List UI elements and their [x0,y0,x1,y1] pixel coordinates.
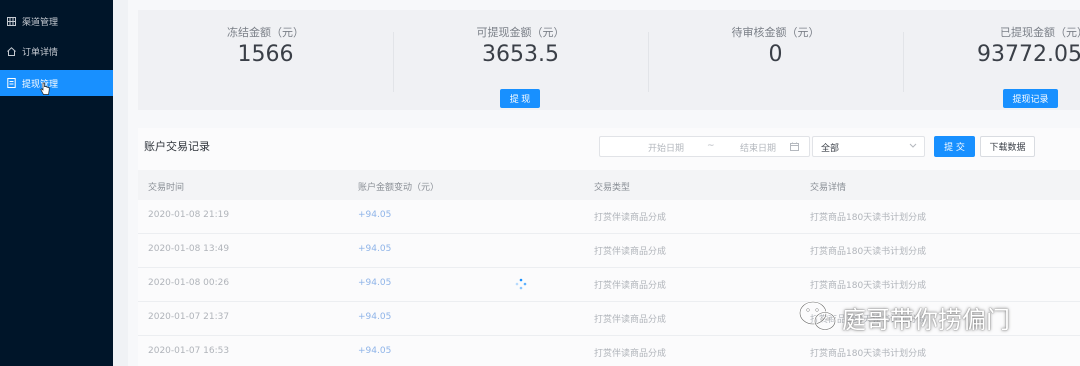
sidebar-item-channel-management[interactable]: 渠道管理 [0,8,113,34]
table-row: 2020-01-08 13:49 +94.05 打赏伴读商品分成 打赏商品180… [138,234,1080,268]
withdrawal-records-button[interactable]: 提现记录 [1003,89,1058,108]
cell-detail: 打赏商品180天读书计划分成 [810,247,927,257]
column-header: 交易类型 [594,183,631,193]
cell-type: 打赏伴读商品分成 [594,281,667,291]
end-date-input[interactable]: 结束日期 [740,141,776,154]
sidebar-item-label: 渠道管理 [22,17,59,28]
stat-label: 可提现金额（元） [476,26,565,39]
stat-pending-review-amount: 待审核金额（元） 0 [648,10,903,110]
sidebar-item-withdrawal-management[interactable]: 提现管理 [0,70,113,96]
table-row: 2020-01-08 00:26 +94.05 打赏伴读商品分成 打赏商品180… [138,268,1080,302]
cell-amount: +94.05 [358,244,392,254]
submit-button[interactable]: 提 交 [934,136,975,157]
stat-value: 3653.5 [482,42,559,67]
select-value: 全部 [821,144,840,154]
cell-amount: +94.05 [358,346,392,356]
hand-cursor-icon [40,82,50,95]
cell-type: 打赏伴读商品分成 [594,315,667,325]
table-row: 2020-01-08 21:19 +94.05 打赏伴读商品分成 打赏商品180… [138,200,1080,234]
sidebar-item-label: 订单详情 [22,47,59,58]
cell-detail: 打赏商品180天读书计划分成 [810,349,927,359]
stat-value: 93772.05 [977,42,1080,67]
stat-value: 0 [768,42,783,67]
cell-detail: 打赏商品180天读书计划分成 [810,281,927,291]
cell-time: 2020-01-08 00:26 [148,278,230,288]
balance-summary-card: 冻结金额（元） 1566 可提现金额（元） 3653.5 提 现 待审核金额（元… [138,10,1080,110]
cell-time: 2020-01-07 21:37 [148,312,230,322]
cell-time: 2020-01-08 13:49 [148,244,230,254]
stat-value: 1566 [237,42,294,67]
stat-label: 冻结金额（元） [227,26,304,39]
cell-amount: +94.05 [358,278,392,288]
column-header: 交易时间 [148,183,185,193]
watermark-text: 庭哥带你捞偏门 [842,306,1010,334]
cell-time: 2020-01-08 21:19 [148,210,230,220]
sidebar-item-order-details[interactable]: 订单详情 [0,38,113,64]
cell-type: 打赏伴读商品分成 [594,213,667,223]
section-title: 账户交易记录 [144,140,210,153]
start-date-input[interactable]: 开始日期 [648,141,684,154]
home-icon [6,46,16,56]
cell-type: 打赏伴读商品分成 [594,247,667,257]
cell-time: 2020-01-07 16:53 [148,346,230,356]
stat-frozen-amount: 冻结金额（元） 1566 [138,10,393,110]
calendar-icon [790,142,799,151]
date-range-picker[interactable]: 开始日期 ~ 结束日期 [599,136,810,157]
withdraw-button[interactable]: 提 现 [500,89,540,108]
grid-icon [6,16,16,26]
loading-spinner-icon [515,278,527,290]
chevron-down-icon [909,143,917,148]
transaction-type-select[interactable]: 全部 [812,136,925,157]
wechat-logo-icon [798,300,837,331]
sidebar: 渠道管理 订单详情 提现管理 [0,0,113,366]
table-header: 交易时间 账户金额变动（元） 交易类型 交易详情 [138,170,1080,200]
document-icon [6,78,16,88]
cell-detail: 打赏商品180天读书计划分成 [810,213,927,223]
table-row: 2020-01-07 16:53 +94.05 打赏伴读商品分成 打赏商品180… [138,336,1080,366]
cell-type: 打赏伴读商品分成 [594,349,667,359]
column-header: 交易详情 [810,183,847,193]
date-separator: ~ [707,141,715,151]
cell-amount: +94.05 [358,312,392,322]
cell-amount: +94.05 [358,210,392,220]
download-data-button[interactable]: 下载数据 [980,136,1035,157]
stat-label: 待审核金额（元） [731,26,820,39]
stat-label: 已提现金额（元） [1000,26,1080,39]
column-header: 账户金额变动（元） [358,183,440,193]
